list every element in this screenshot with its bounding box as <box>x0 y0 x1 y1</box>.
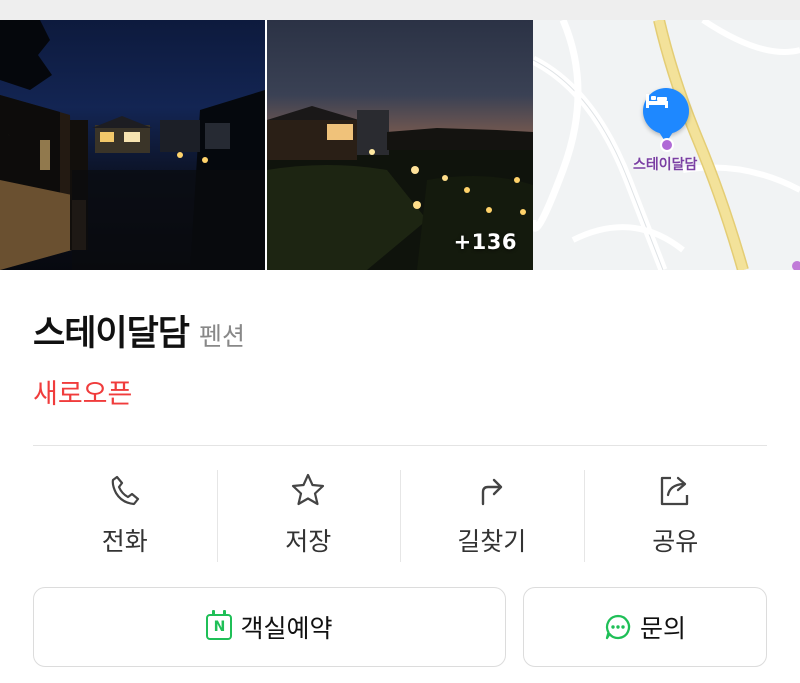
map-location-dot <box>660 138 674 152</box>
bed-icon <box>646 94 668 108</box>
room-reservation-button[interactable]: N 객실예약 <box>33 587 506 667</box>
place-name: 스테이달담 <box>33 314 190 354</box>
share-button[interactable]: 공유 <box>583 468 768 563</box>
place-category: 펜션 <box>199 322 246 351</box>
naver-booking-icon: N <box>206 610 233 640</box>
phone-icon <box>105 470 145 510</box>
photo-count-badge[interactable]: +136 <box>454 230 517 254</box>
call-button[interactable]: 전화 <box>33 468 217 563</box>
share-icon <box>655 470 695 510</box>
map-preview[interactable]: 스테이달담 <box>533 20 800 270</box>
top-status-strip <box>0 0 800 20</box>
photo-garden-sunset[interactable]: +136 <box>267 20 533 270</box>
share-label: 공유 <box>652 527 699 556</box>
photo-gallery[interactable]: +136 스테이달담 <box>0 20 800 270</box>
map-place-label: 스테이달담 <box>633 157 698 173</box>
save-button[interactable]: 저장 <box>216 468 401 563</box>
chat-icon <box>605 614 631 640</box>
action-bar: 전화 저장 길찾기 공유 <box>33 468 767 563</box>
save-label: 저장 <box>285 527 332 556</box>
title-row: 스테이달담 펜션 <box>33 305 245 356</box>
status-badge: 새로오픈 <box>33 379 133 410</box>
call-label: 전화 <box>101 527 148 556</box>
map-pin-icon <box>643 88 689 143</box>
star-icon <box>288 470 328 510</box>
inquiry-button[interactable]: 문의 <box>523 587 767 667</box>
directions-button[interactable]: 길찾기 <box>400 468 584 563</box>
directions-icon <box>472 470 512 510</box>
photo-entrance-night[interactable] <box>0 20 265 270</box>
inquiry-label: 문의 <box>639 614 686 643</box>
room-reservation-label: 객실예약 <box>240 614 333 643</box>
divider <box>33 445 767 446</box>
directions-label: 길찾기 <box>457 527 527 556</box>
